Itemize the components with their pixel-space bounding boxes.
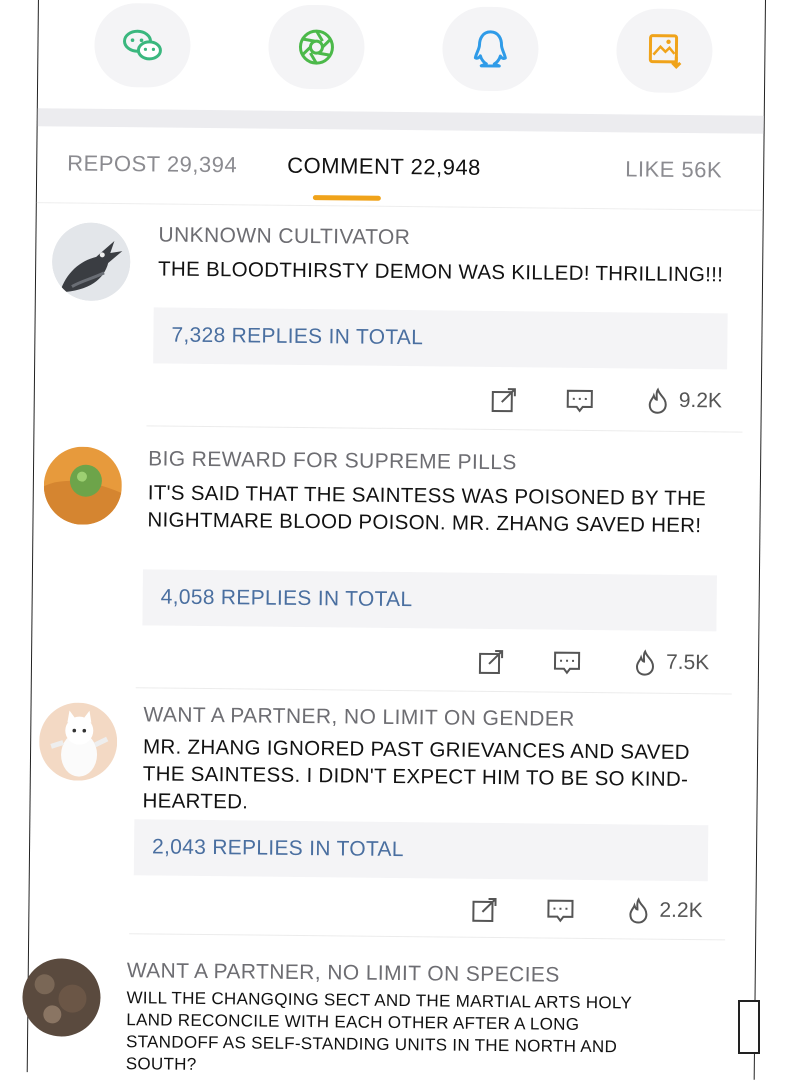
avatar[interactable] [43, 446, 123, 526]
repost-icon[interactable] [476, 647, 506, 677]
cat-avatar-image [38, 702, 118, 782]
comment-text: THE BLOODTHIRSTY DEMON WAS KILLED! THRIL… [158, 257, 724, 287]
comment-separator [135, 687, 732, 695]
comment-actions: 9.2K [35, 380, 761, 418]
save-image-icon [648, 34, 682, 69]
tab-repost[interactable]: REPOST 29,394 [67, 151, 237, 179]
rock-avatar-image [22, 958, 101, 1037]
replies-summary[interactable]: 4,058 REPLIES IN TOTAL [142, 569, 717, 632]
comment-item: UNKNOWN CULTIVATOR THE BLOODTHIRSTY DEMO… [37, 218, 763, 433]
avatar[interactable] [22, 958, 101, 1037]
comment-item: WANT A PARTNER, NO LIMIT ON GENDER MR. Z… [32, 700, 758, 941]
comment-separator [146, 425, 743, 433]
share-row [38, 0, 765, 112]
like-count: 2.2K [659, 898, 703, 923]
like-flame-icon[interactable] [643, 387, 673, 417]
comment-username[interactable]: WANT A PARTNER, NO LIMIT ON SPECIES [127, 959, 560, 988]
replies-count-label: 4,058 REPLIES IN TOTAL [160, 585, 413, 612]
comment-actions: 7.5K [32, 642, 758, 680]
section-divider [37, 108, 764, 134]
comment-actions: 2.2K [29, 890, 755, 928]
comment-username[interactable]: BIG REWARD FOR SUPREME PILLS [148, 447, 517, 475]
avatar[interactable] [38, 702, 118, 782]
comment-item: BIG REWARD FOR SUPREME PILLS IT'S SAID T… [34, 442, 760, 695]
comment-username[interactable]: WANT A PARTNER, NO LIMIT ON GENDER [143, 703, 575, 732]
wechat-share-button[interactable] [94, 2, 191, 88]
save-image-button[interactable] [616, 8, 713, 94]
comment-item: WANT A PARTNER, NO LIMIT ON SPECIES WILL… [22, 954, 755, 1074]
comment-separator [129, 933, 726, 941]
moments-icon [298, 29, 334, 65]
like-count: 7.5K [665, 650, 710, 675]
like-flame-icon[interactable] [630, 648, 660, 678]
replies-count-label: 7,328 REPLIES IN TOTAL [171, 323, 424, 350]
avatar[interactable] [51, 222, 131, 302]
phone-screen: REPOST 29,394 COMMENT 22,948 LIKE 56K UN… [22, 0, 766, 1080]
crow-avatar-image [51, 222, 131, 302]
comment-icon[interactable] [545, 896, 575, 926]
comment-icon[interactable] [552, 648, 582, 678]
tab-bar: REPOST 29,394 COMMENT 22,948 LIKE 56K [36, 142, 764, 211]
qq-share-button[interactable] [442, 6, 539, 92]
comment-icon[interactable] [565, 386, 595, 416]
tab-like[interactable]: LIKE 56K [625, 156, 722, 183]
repost-icon[interactable] [489, 385, 519, 415]
wechat-icon [123, 29, 162, 61]
active-tab-indicator [312, 195, 381, 201]
moments-share-button[interactable] [268, 4, 365, 90]
tab-comment[interactable]: COMMENT 22,948 [287, 153, 481, 181]
qq-icon [473, 30, 507, 68]
comment-text: IT'S SAID THAT THE SAINTESS WAS POISONED… [147, 481, 707, 538]
like-count: 9.2K [678, 388, 723, 413]
replies-count-label: 2,043 REPLIES IN TOTAL [151, 835, 404, 862]
pill-avatar-image [43, 446, 123, 526]
repost-icon[interactable] [469, 895, 499, 925]
comment-username[interactable]: UNKNOWN CULTIVATOR [158, 223, 410, 250]
replies-summary[interactable]: 2,043 REPLIES IN TOTAL [133, 819, 709, 882]
like-flame-icon[interactable] [623, 896, 653, 926]
comment-text: MR. ZHANG IGNORED PAST GRIEVANCES AND SA… [142, 735, 690, 814]
replies-summary[interactable]: 7,328 REPLIES IN TOTAL [153, 307, 728, 370]
scrollbar-thumb[interactable] [738, 1000, 760, 1054]
